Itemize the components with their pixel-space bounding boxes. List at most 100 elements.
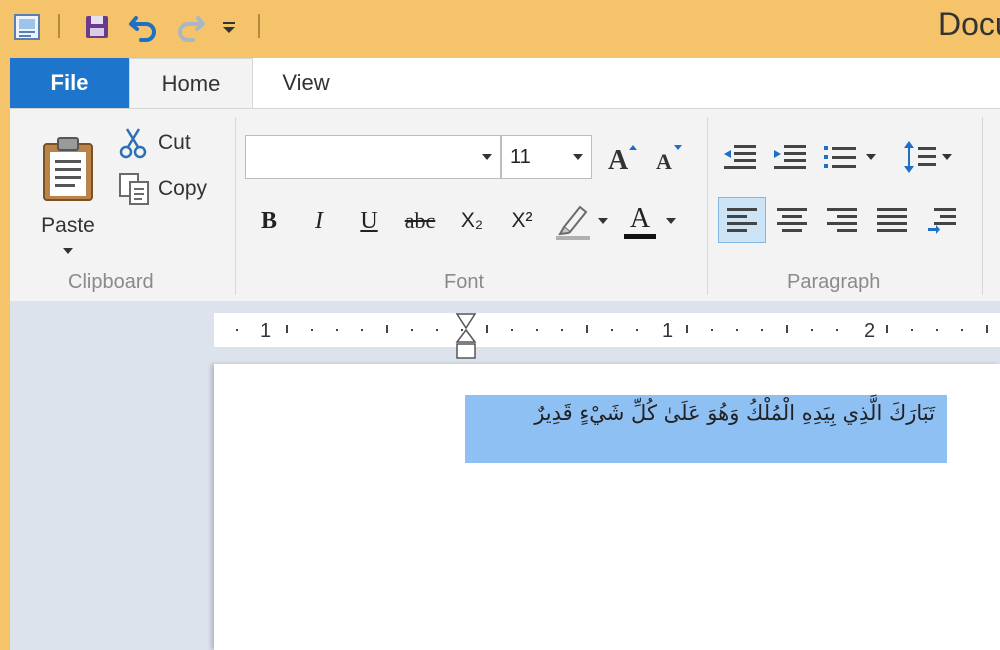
underline-button[interactable]: U [354, 201, 384, 241]
scissors-icon [119, 128, 147, 159]
customize-toolbar-icon[interactable] [216, 10, 242, 44]
group-divider [982, 117, 983, 295]
cut-button[interactable]: Cut [118, 125, 218, 161]
horizontal-ruler[interactable]: 1 1 2 [214, 313, 1000, 347]
align-right-icon [827, 208, 857, 232]
paste-icon [43, 137, 93, 201]
ruler-tick [911, 329, 913, 331]
justify-button[interactable] [872, 197, 912, 243]
line-spacing-button[interactable] [902, 137, 962, 177]
wordpad-app-icon[interactable] [10, 10, 44, 44]
group-divider [235, 117, 236, 295]
font-size-combo[interactable]: 11 [501, 135, 592, 179]
increase-indent-button[interactable] [770, 137, 810, 177]
svg-text:A: A [608, 145, 629, 172]
ruler-tick [811, 329, 813, 331]
highlighter-icon [556, 205, 590, 240]
paragraph-direction-button[interactable] [922, 197, 962, 243]
clipboard-group-label: Clipboard [68, 271, 154, 293]
align-right-button[interactable] [822, 197, 862, 243]
font-size-value: 11 [510, 146, 531, 168]
align-center-button[interactable] [772, 197, 812, 243]
ruler-tick [311, 329, 313, 331]
copy-label: Copy [158, 177, 208, 200]
chevron-down-icon [598, 218, 608, 224]
text-color-swatch [624, 233, 656, 239]
ruler-tick [411, 329, 413, 331]
toolbar-divider [58, 14, 60, 38]
paragraph-group-label: Paragraph [787, 271, 881, 293]
align-left-icon [727, 208, 757, 232]
svg-text:A: A [656, 149, 672, 172]
bullet-list-button[interactable] [822, 137, 888, 177]
save-icon[interactable] [80, 10, 114, 44]
undo-icon[interactable] [126, 10, 162, 44]
copy-button[interactable]: Copy [118, 171, 228, 207]
ribbon-tab-row: File Home View [10, 58, 1000, 109]
ruler-tick [936, 329, 938, 331]
ruler-tick [986, 325, 988, 333]
tab-home[interactable]: Home [129, 58, 253, 109]
strikethrough-button[interactable]: abc [398, 201, 442, 241]
ruler-label: 1 [662, 320, 673, 342]
paragraph-direction-icon [928, 208, 956, 234]
ruler-tick [436, 329, 438, 331]
grow-font-button[interactable]: A [606, 139, 640, 175]
ruler-tick [836, 329, 838, 331]
decrease-indent-button[interactable] [720, 137, 760, 177]
ribbon-panel: Paste Cut Copy Clipboard 11 A A B I U ab… [10, 108, 1000, 302]
ruler-tick [486, 325, 488, 333]
redo-icon[interactable] [172, 10, 208, 44]
ruler-tick [961, 329, 963, 331]
chevron-down-icon [63, 248, 73, 254]
title-bar: Docu [0, 0, 1000, 58]
text-color-button[interactable]: A [624, 199, 688, 243]
italic-button[interactable]: I [304, 201, 334, 241]
cut-label: Cut [158, 131, 191, 154]
chevron-down-icon [573, 154, 583, 160]
document-text[interactable]: تَبَارَكَ الَّذِي بِيَدِهِ الْمُلْكُ وَه… [465, 395, 935, 435]
window-left-border [0, 58, 10, 650]
paste-label: Paste [41, 214, 95, 237]
subscript-button[interactable]: X₂ [452, 201, 492, 241]
ruler-tick [761, 329, 763, 331]
chevron-down-icon [482, 154, 492, 160]
ruler-tick [711, 329, 713, 331]
text-color-icon: A [624, 202, 656, 239]
tab-view[interactable]: View [251, 58, 361, 108]
ruler-ticks: 1 1 2 [236, 320, 988, 342]
decrease-indent-icon [724, 145, 756, 169]
justify-icon [877, 208, 907, 232]
ruler-margin-strip [214, 347, 1000, 359]
ruler-tick [886, 325, 888, 333]
ruler-tick [686, 325, 688, 333]
ruler-tick [586, 325, 588, 333]
chevron-down-icon [942, 154, 952, 160]
ruler-tick [786, 325, 788, 333]
ruler-tick [511, 329, 513, 331]
line-spacing-icon [904, 141, 936, 173]
paste-button[interactable]: Paste [30, 119, 106, 269]
ruler-tick [736, 329, 738, 331]
font-group-label: Font [444, 271, 485, 293]
shrink-font-button[interactable]: A [652, 139, 686, 175]
ruler-label: 2 [864, 320, 875, 342]
ruler-tick [636, 329, 638, 331]
bold-button[interactable]: B [254, 201, 284, 241]
bullet-list-icon [824, 146, 856, 168]
ruler-tick [561, 329, 563, 331]
highlight-button[interactable] [554, 199, 610, 243]
superscript-button[interactable]: X² [502, 201, 542, 241]
font-family-combo[interactable] [245, 135, 501, 179]
indent-marker[interactable] [455, 312, 477, 360]
window-title: Docu [938, 6, 1000, 42]
ruler-tick [386, 325, 388, 333]
align-left-button[interactable] [718, 197, 766, 243]
copy-icon [119, 173, 149, 205]
ruler-tick [611, 329, 613, 331]
text-color-glyph: A [629, 202, 651, 234]
group-divider [707, 117, 708, 295]
ruler-tick [336, 329, 338, 331]
shrink-font-icon: A [656, 145, 682, 172]
tab-file[interactable]: File [10, 58, 129, 108]
